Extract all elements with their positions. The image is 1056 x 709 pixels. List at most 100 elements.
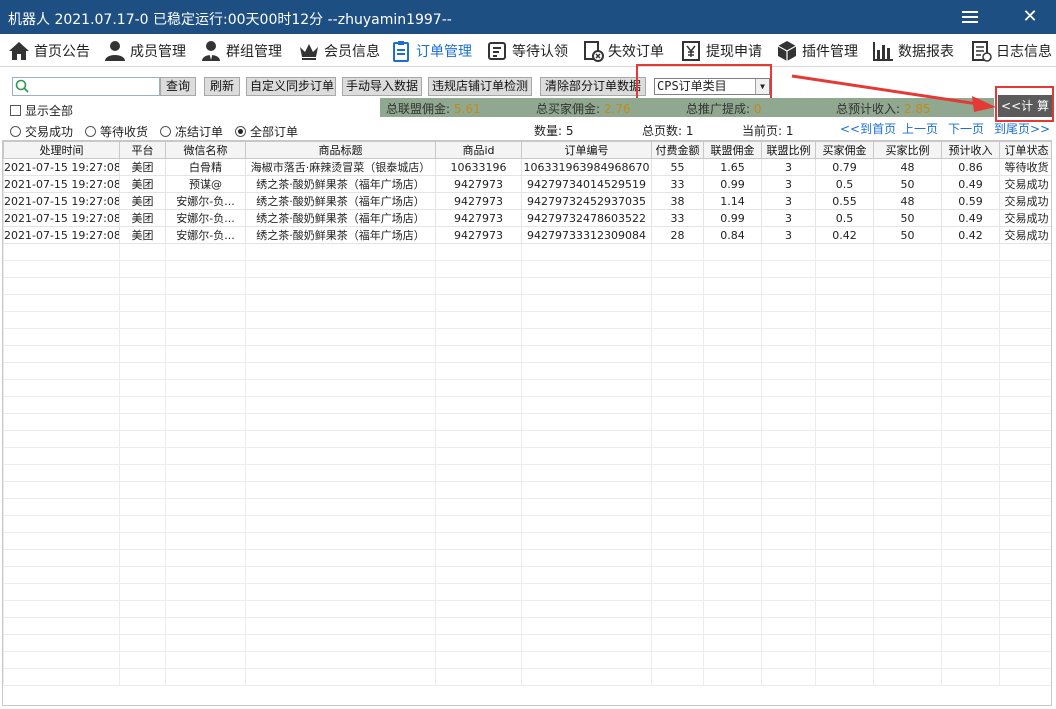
radio-icon[interactable] [85,126,97,137]
query-button[interactable]: 查询 [160,77,196,96]
filter-all[interactable]: 全部订单 [235,123,298,140]
radio-icon[interactable] [10,126,21,137]
empty-cell [165,634,246,652]
cell-paid: 33 [651,175,704,193]
empty-cell [941,498,1000,516]
cell-time: 2021-07-15 19:27:08 [3,192,120,210]
home-icon [9,41,29,60]
col-paid[interactable]: 付费金额 [651,141,704,159]
search-box[interactable] [12,77,160,96]
empty-cell [3,447,120,465]
nav-invalid[interactable]: 失效订单 [582,34,664,67]
empty-cell [245,617,436,635]
search-input[interactable] [31,79,157,94]
col-status[interactable]: 订单状态 [999,141,1051,159]
empty-cell [119,311,166,329]
col-buyer-ratio[interactable]: 买家比例 [873,141,942,159]
cell-est-income: 0.49 [941,175,1000,193]
cube-icon [777,40,797,61]
empty-cell [873,617,942,635]
empty-cell [703,345,762,363]
empty-cell [873,515,942,533]
total-pages: 总页数: 1 [642,124,694,138]
violation-check-button[interactable]: 违规店铺订单检测 [428,77,532,96]
cell-buyer-ratio: 48 [873,158,942,176]
empty-cell [3,634,120,652]
empty-row [3,277,1051,295]
empty-row [3,481,1051,499]
radio-icon[interactable] [160,126,172,137]
close-icon[interactable]: ✕ [1018,6,1042,28]
table-row[interactable]: 2021-07-15 19:27:08 美团 预谋@ 绣之茶·酸奶鲜果茶（福年广场店）… [3,175,1051,193]
empty-cell [999,311,1051,329]
show-all-checkbox[interactable]: 显示全部 [10,102,73,119]
nav-home[interactable]: 首页公告 [8,34,90,67]
col-product-title[interactable]: 商品标题 [245,141,436,159]
cell-status: 交易成功 [999,175,1051,193]
empty-cell [815,566,874,584]
empty-cell [435,464,522,482]
empty-cell [435,260,522,278]
empty-cell [245,566,436,584]
nav-vip[interactable]: 会员信息 [298,34,380,67]
empty-cell [3,498,120,516]
nav-members[interactable]: 成员管理 [104,34,186,67]
summary-bar: 总联盟佣金: 5.61 总买家佣金: 2.76 总推广提成: 0 总预计收入: … [380,98,994,117]
empty-cell [245,634,436,652]
summary-label: 总预计收入: [836,102,901,116]
empty-cell [165,668,246,686]
table-row[interactable]: 2021-07-15 19:27:08 美团 安娜尔-负... 绣之茶·酸奶鲜果茶（福… [3,209,1051,227]
radio-label: 冻结订单 [175,125,224,139]
empty-cell [521,668,652,686]
empty-cell [651,311,704,329]
hamburger-icon[interactable] [958,6,982,28]
table-row[interactable]: 2021-07-15 19:27:08 美团 安娜尔-负... 绣之茶·酸奶鲜果茶（福… [3,226,1051,244]
empty-cell [873,600,942,618]
col-product-id[interactable]: 商品id [435,141,522,159]
last-page-link[interactable]: 到尾页>> [994,120,1050,137]
cell-wechat-name: 安娜尔-负... [165,226,246,244]
col-est-income[interactable]: 预计收入 [941,141,1000,159]
col-order-no[interactable]: 订单编号 [521,141,652,159]
nav-pending[interactable]: 等待认领 [486,34,568,67]
empty-cell [761,362,816,380]
empty-cell [703,634,762,652]
filter-frozen[interactable]: 冻结订单 [160,123,223,140]
radio-icon[interactable] [235,126,247,137]
next-page-link[interactable]: 下一页 [948,120,984,137]
checkbox-box[interactable] [10,105,21,116]
prev-page-link[interactable]: 上一页 [902,120,938,137]
orders-table[interactable]: 处理时间 平台 微信名称 商品标题 商品id 订单编号 付费金额 联盟佣金 联盟… [2,140,1052,706]
nav-plugins[interactable]: 插件管理 [776,34,858,67]
nav-logs[interactable]: 日志信息 [970,34,1052,67]
empty-cell [999,328,1051,346]
custom-sync-button[interactable]: 自定义同步订单 [246,77,336,96]
empty-cell [941,566,1000,584]
col-alliance-ratio[interactable]: 联盟比例 [761,141,816,159]
empty-cell [435,583,522,601]
nav-orders[interactable]: 订单管理 [390,34,472,67]
table-row[interactable]: 2021-07-15 19:27:08 美团 白骨精 海椒市落舌·麻辣烫冒菜（银泰城店… [3,158,1051,176]
empty-cell [761,532,816,550]
table-row[interactable]: 2021-07-15 19:27:08 美团 安娜尔-负... 绣之茶·酸奶鲜果茶（福… [3,192,1051,210]
empty-cell [815,532,874,550]
empty-cell [3,600,120,618]
empty-cell [999,430,1051,448]
empty-row [3,464,1051,482]
filter-success[interactable]: 交易成功 [10,123,73,140]
clear-data-button[interactable]: 清除部分订单数据 [540,77,646,96]
refresh-button[interactable]: 刷新 [204,77,240,96]
col-platform[interactable]: 平台 [119,141,166,159]
filter-waiting[interactable]: 等待收货 [85,123,148,140]
nav-withdraw[interactable]: 提现申请 [680,34,762,67]
col-time[interactable]: 处理时间 [3,141,120,159]
empty-row [3,498,1051,516]
manual-import-button[interactable]: 手动导入数据 [342,77,422,96]
col-alliance-comm[interactable]: 联盟佣金 [703,141,762,159]
col-wechat-name[interactable]: 微信名称 [165,141,246,159]
first-page-link[interactable]: <<到首页 [840,120,896,137]
nav-reports[interactable]: 数据报表 [872,34,954,67]
col-buyer-comm[interactable]: 买家佣金 [815,141,874,159]
empty-cell [3,362,120,380]
nav-groups[interactable]: 群组管理 [200,34,282,67]
